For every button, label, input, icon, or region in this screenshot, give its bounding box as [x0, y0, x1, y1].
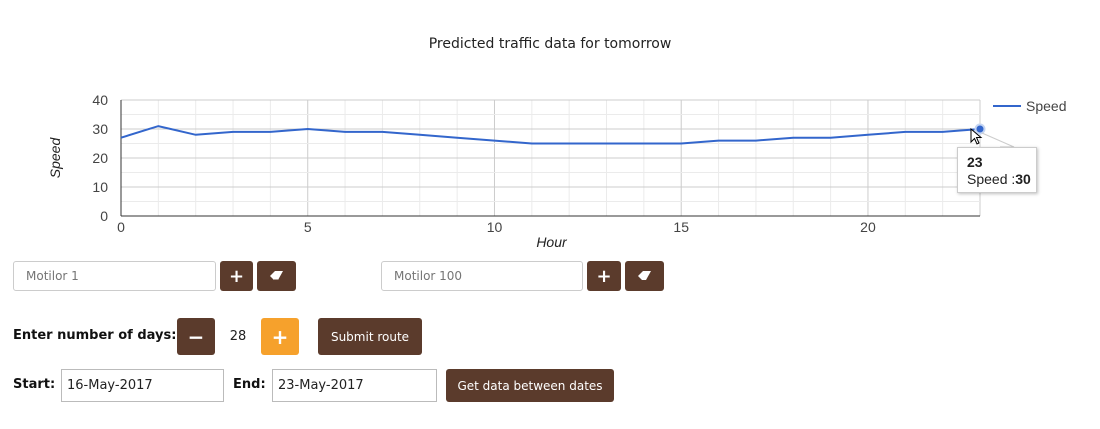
- route-input-1[interactable]: [13, 261, 216, 291]
- y-tick-label: 20: [92, 150, 108, 166]
- x-tick-label: 0: [117, 219, 125, 235]
- x-tick-label: 20: [860, 219, 876, 235]
- end-date-input[interactable]: [272, 369, 437, 402]
- eraser-icon: [637, 271, 651, 280]
- clear-route-1-button[interactable]: [257, 261, 296, 291]
- clear-route-2-button[interactable]: [625, 261, 664, 291]
- route-input-2[interactable]: [381, 261, 583, 291]
- x-tick-label: 15: [673, 219, 689, 235]
- submit-route-label: Submit route: [330, 329, 410, 344]
- increase-days-button[interactable]: +: [261, 318, 299, 355]
- tooltip-value: 30: [1015, 171, 1031, 187]
- add-route-1-button[interactable]: +: [220, 261, 253, 291]
- days-value: 28: [229, 329, 247, 344]
- plus-icon: +: [596, 265, 612, 287]
- line-chart: 0 10 20 30 40 0 5 10 15 20 Hour Speed Speed: [47, 92, 1066, 250]
- y-tick-label: 10: [92, 179, 108, 195]
- mouse-cursor-icon: [970, 128, 983, 145]
- x-tick-label: 10: [487, 219, 503, 235]
- get-data-button[interactable]: Get data between dates: [446, 369, 614, 402]
- start-date-input[interactable]: [61, 369, 224, 402]
- decrease-days-button[interactable]: −: [177, 318, 215, 355]
- submit-route-button[interactable]: Submit route: [318, 318, 422, 355]
- chart-axes: 0 10 20 30 40 0 5 10 15 20 Hour Speed: [47, 92, 980, 250]
- days-label: Enter number of days:: [13, 328, 177, 343]
- y-tick-label: 0: [100, 208, 108, 224]
- chart-tooltip: 23 Speed :30: [957, 147, 1037, 193]
- plus-icon: +: [228, 265, 245, 287]
- eraser-icon: [269, 271, 283, 281]
- y-tick-label: 40: [92, 92, 108, 108]
- x-tick-label: 5: [304, 219, 312, 235]
- plus-icon: +: [271, 324, 289, 349]
- legend-label: Speed: [1026, 98, 1066, 114]
- chart-legend[interactable]: Speed: [993, 98, 1066, 114]
- tooltip-pointer: [981, 132, 1015, 148]
- end-label: End:: [233, 377, 266, 392]
- y-axis-title: Speed: [47, 137, 63, 179]
- tooltip-series-label: Speed :: [967, 171, 1016, 187]
- start-label: Start:: [13, 377, 56, 392]
- add-route-2-button[interactable]: +: [587, 261, 621, 291]
- minus-icon: −: [187, 324, 205, 349]
- tooltip-hour: 23: [967, 154, 983, 170]
- y-tick-label: 30: [92, 121, 108, 137]
- x-axis-title: Hour: [536, 234, 568, 250]
- chart-gridlines: [121, 99, 981, 216]
- get-data-label: Get data between dates: [457, 378, 603, 393]
